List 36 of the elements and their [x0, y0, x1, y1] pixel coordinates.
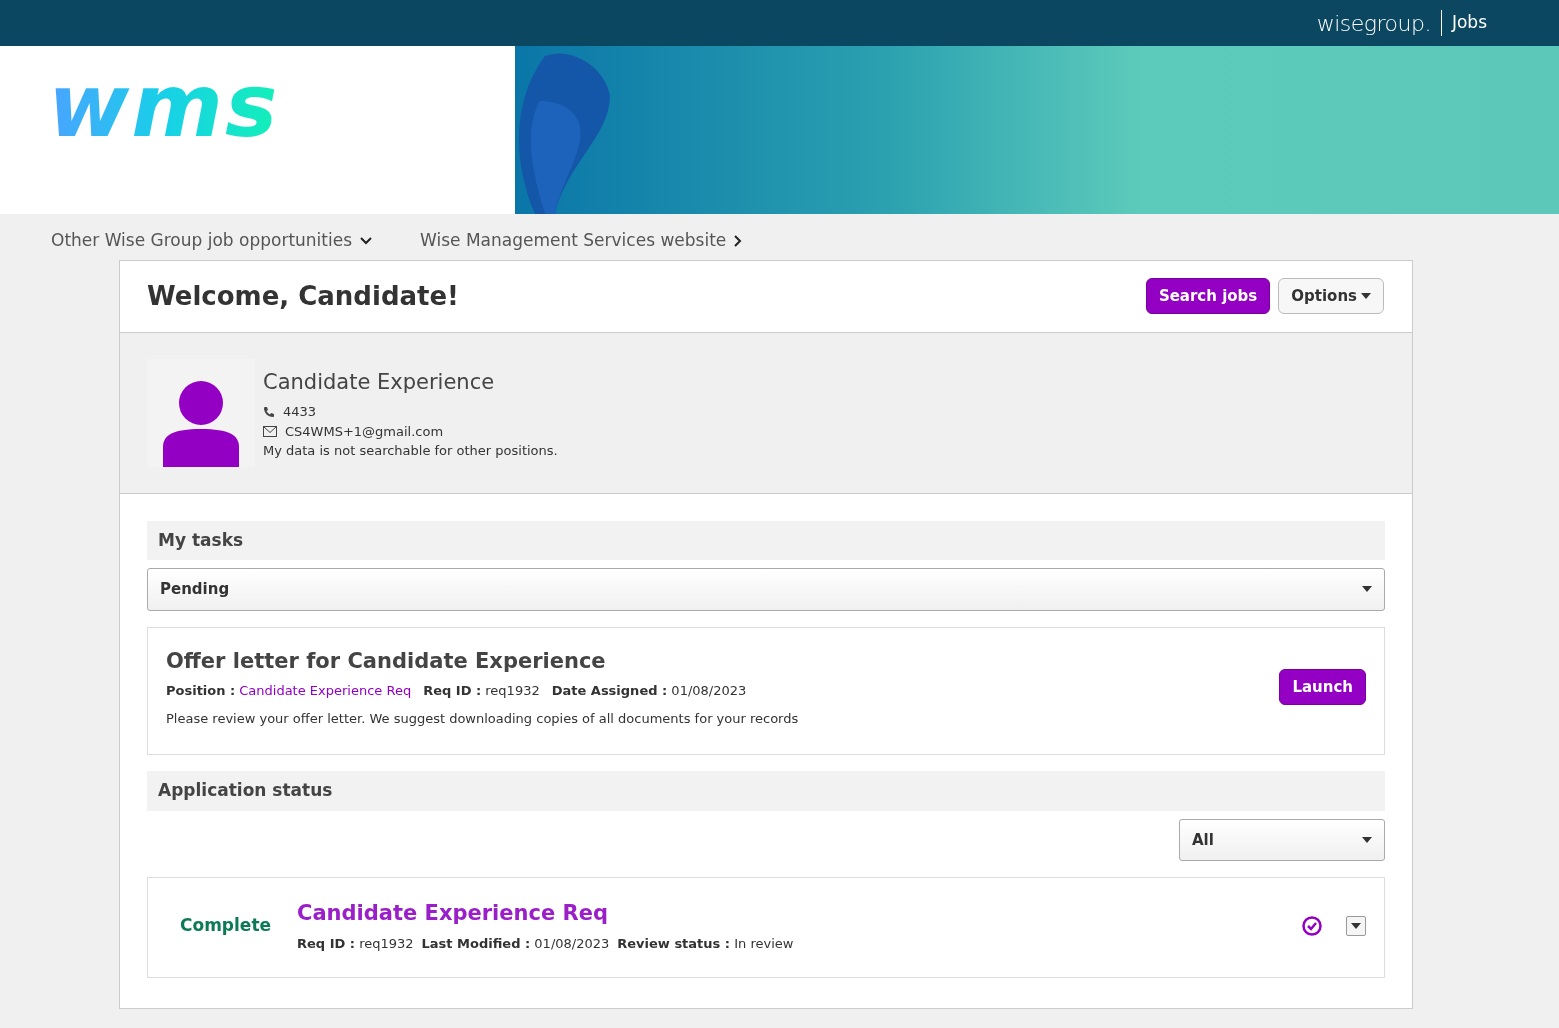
application-title[interactable]: Candidate Experience Req [297, 901, 608, 925]
email-address: CS4WMS+1@gmail.com [285, 422, 444, 441]
position-label: Position : [166, 682, 236, 700]
chevron-down-icon [360, 236, 373, 245]
section-heading: My tasks [147, 520, 1385, 560]
expand-button[interactable] [1346, 915, 1366, 936]
phone-number: 4433 [283, 403, 317, 421]
status-filter-select[interactable]: All [1179, 818, 1385, 861]
nav-link[interactable]: Other Wise Group job opportunities [51, 228, 373, 254]
application-detail: Last Modified : 01/08/2023 [421, 934, 610, 953]
caret-icon [1362, 836, 1372, 843]
mail-icon [263, 425, 277, 437]
welcome-title: Welcome, Candidate! [147, 279, 459, 313]
task-filter-select[interactable]: Pending [147, 568, 1385, 611]
task-detail: Req ID : req1932 [423, 682, 540, 700]
phone-icon [263, 405, 275, 418]
application-detail: Review status : In review [617, 934, 794, 953]
caret-icon [1362, 586, 1372, 593]
candidate-name: Candidate Experience [263, 368, 496, 396]
task-description: Please review your offer letter. We suggest downloading copies of all documents for your records [166, 709, 799, 728]
task-title: Offer letter for Candidate Experience [166, 647, 607, 675]
launch-button[interactable]: Launch [1279, 668, 1366, 705]
nav-link[interactable]: Wise Management Services website [420, 228, 743, 254]
chevron-right-icon [734, 234, 743, 247]
jobs-link[interactable]: Jobs [1440, 10, 1487, 36]
privacy-note: My data is not searchable for other positions. [263, 442, 558, 460]
task-detail: Date Assigned : 01/08/2023 [551, 682, 747, 700]
caret-icon [1361, 293, 1371, 300]
section-heading: Application status [147, 771, 1385, 811]
application-status: Complete [180, 913, 273, 937]
application-detail: Req ID : req1932 [297, 934, 414, 953]
options-button[interactable]: Options [1278, 277, 1384, 315]
position-link[interactable]: Candidate Experience Req [239, 681, 412, 701]
search-button[interactable]: Search jobs [1145, 277, 1271, 315]
brand-name: wisegroup. [1316, 9, 1431, 38]
caret-icon [1351, 922, 1361, 929]
